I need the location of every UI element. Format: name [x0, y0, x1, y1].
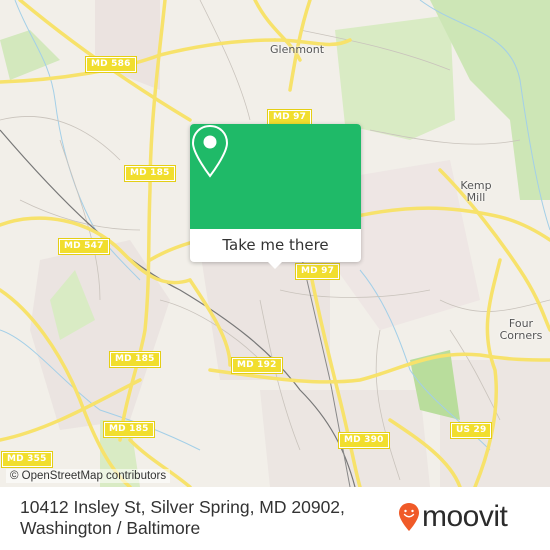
address-line-2: Washington / Baltimore [20, 518, 201, 538]
route-shield: MD 390 [338, 432, 390, 449]
route-shield: MD 355 [1, 451, 53, 468]
route-shield: MD 185 [109, 351, 161, 368]
route-shield: MD 97 [266, 109, 313, 126]
map-view[interactable]: Glenmont Kemp Mill Four Corners MD 586 M… [0, 0, 550, 487]
location-popup: Take me there [190, 124, 361, 269]
footer: 10412 Insley St, Silver Spring, MD 20902… [0, 487, 550, 550]
place-label-glenmont: Glenmont [270, 43, 325, 56]
take-me-there-button[interactable]: Take me there [190, 229, 361, 262]
moovit-wordmark: moovit [422, 500, 508, 533]
moovit-logo[interactable]: moovit [398, 500, 508, 533]
place-label-kemp-mill: Kemp Mill [460, 179, 492, 204]
popup-header [190, 124, 361, 229]
route-shield: MD 586 [85, 56, 137, 73]
route-shield: MD 185 [124, 165, 176, 182]
location-pin-icon [191, 124, 229, 178]
route-shield: MD 97 [294, 263, 341, 280]
route-shield: MD 185 [103, 421, 155, 438]
address-text: 10412 Insley St, Silver Spring, MD 20902… [20, 497, 345, 539]
route-shield: US 29 [449, 422, 493, 439]
moovit-pin-icon [399, 503, 419, 531]
place-label-four-corners: Four Corners [499, 317, 543, 342]
route-shield: MD 192 [231, 357, 283, 374]
map-attribution[interactable]: © OpenStreetMap contributors [6, 469, 171, 483]
popup-pointer [268, 262, 282, 269]
address-line-1: 10412 Insley St, Silver Spring, MD 20902… [20, 497, 345, 517]
route-shield: MD 547 [58, 238, 110, 255]
